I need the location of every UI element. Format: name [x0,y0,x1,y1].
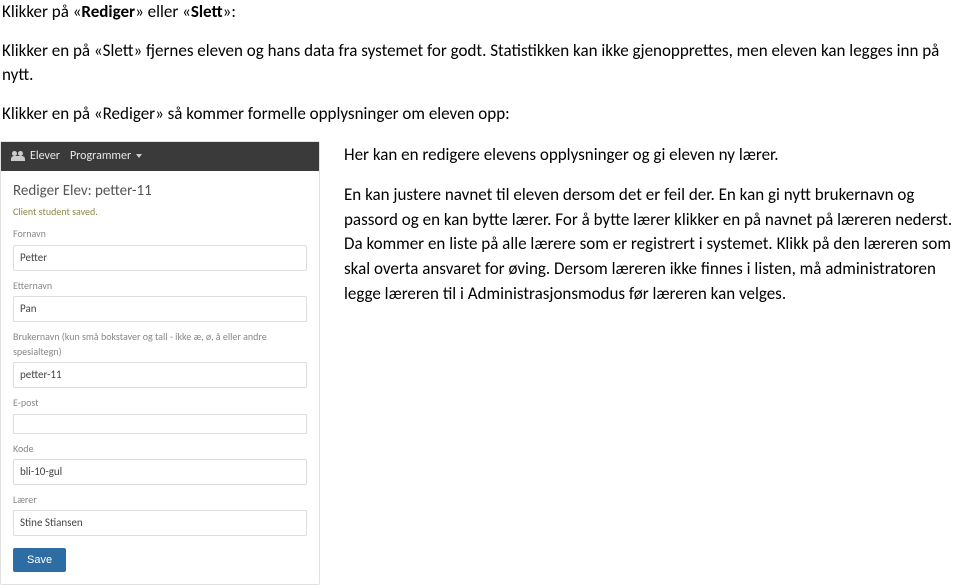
input-brukernavn[interactable]: petter-11 [13,362,307,388]
bold-slett: Slett [191,1,223,22]
input-laerer[interactable]: Stine Stiansen [13,510,307,536]
people-icon [11,151,25,161]
text: Klikker på « [2,1,81,22]
flash-message: Client student saved. [13,205,307,220]
label-fornavn: Fornavn [13,227,307,242]
intro-line-1: Klikker på «Rediger» eller «Slett»: [2,0,957,25]
input-kode[interactable]: bli-10-gul [13,459,307,485]
save-button[interactable]: Save [13,548,66,572]
bold-rediger: Rediger [81,1,135,22]
label-laerer: Lærer [13,493,307,508]
nav-programmer-label: Programmer [70,148,131,165]
label-brukernavn: Brukernavn (kun små bokstaver og tall - … [13,330,307,359]
right-para-1: Her kan en redigere elevens opplysninger… [344,143,959,168]
nav-elever[interactable]: Elever [11,148,60,165]
label-kode: Kode [13,442,307,457]
input-epost[interactable] [13,414,307,434]
label-etternavn: Etternavn [13,279,307,294]
chevron-down-icon [136,154,142,158]
input-fornavn[interactable]: Petter [13,245,307,271]
label-epost: E-post [13,396,307,411]
text: »: [223,1,236,22]
form-nav: Elever Programmer [1,142,319,171]
intro-para-2: Klikker en på «Slett» fjernes eleven og … [2,39,957,88]
nav-elever-label: Elever [30,148,60,165]
nav-programmer[interactable]: Programmer [70,148,142,165]
text: » eller « [135,1,191,22]
edit-student-form: Elever Programmer Rediger Elev: petter-1… [0,141,320,585]
form-title: Rediger Elev: petter-11 [13,181,307,203]
input-etternavn[interactable]: Pan [13,296,307,322]
right-para-2: En kan justere navnet til eleven dersom … [344,183,959,306]
intro-para-3: Klikker en på «Rediger» så kommer formel… [2,102,957,127]
